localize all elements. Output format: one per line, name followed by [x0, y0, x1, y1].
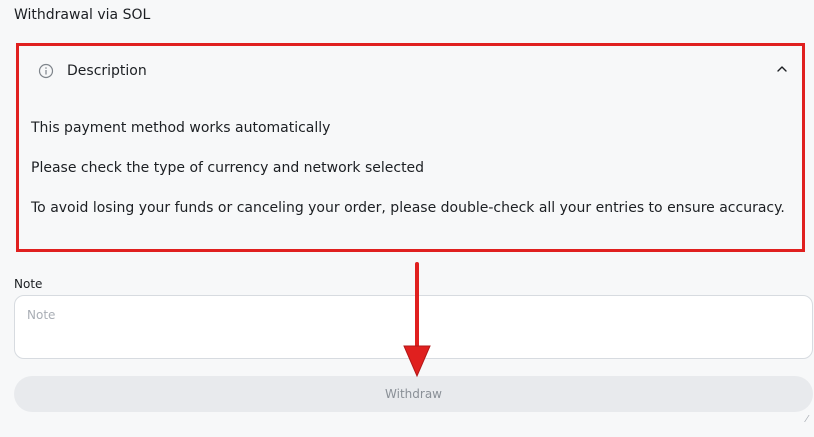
description-title: Description	[67, 63, 147, 79]
description-body: This payment method works automatically …	[31, 118, 792, 238]
description-line: Please check the type of currency and ne…	[31, 160, 425, 176]
description-line: To avoid losing your funds or canceling …	[31, 200, 785, 216]
note-input[interactable]	[14, 295, 813, 359]
description-line: This payment method works automatically	[31, 120, 331, 136]
withdraw-button[interactable]: Withdraw	[14, 376, 813, 412]
page-title: Withdrawal via SOL	[14, 7, 151, 23]
info-icon	[38, 63, 54, 79]
description-panel: Description This payment method works au…	[16, 43, 805, 252]
chevron-up-icon[interactable]	[776, 64, 788, 74]
withdrawal-page: Withdrawal via SOL Description This paym…	[0, 0, 814, 437]
note-label: Note	[14, 277, 43, 291]
resize-handle-icon: ⁄	[806, 414, 808, 425]
description-header[interactable]: Description	[19, 46, 802, 96]
